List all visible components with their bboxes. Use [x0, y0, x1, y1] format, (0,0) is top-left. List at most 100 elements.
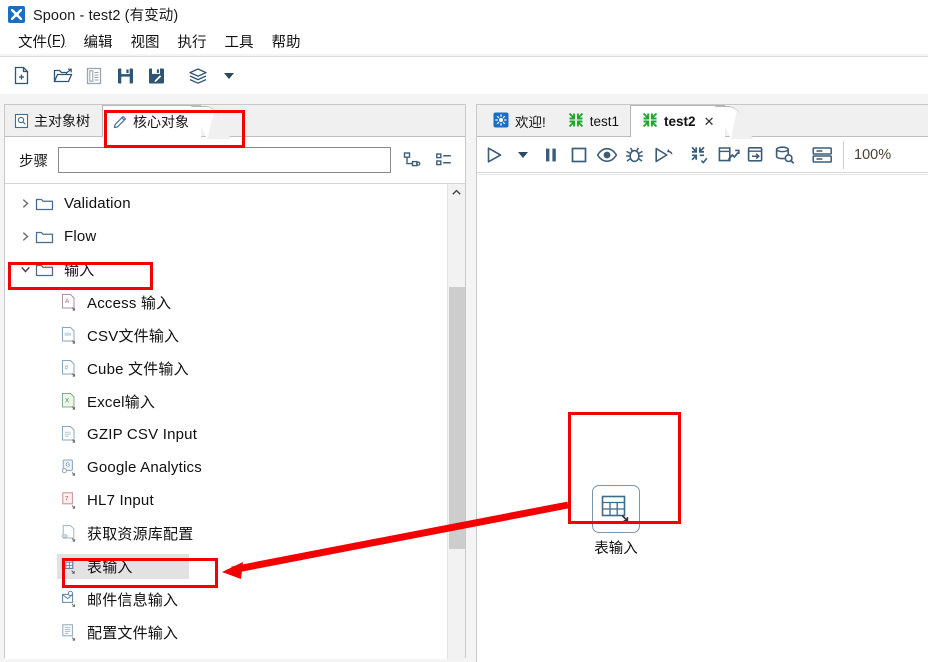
impact-analysis-icon[interactable] [715, 141, 742, 169]
show-grid-icon[interactable] [809, 141, 836, 169]
menu-bar: 文件 (F) 编辑 视图 执行 工具 帮助 [0, 28, 928, 54]
pause-icon[interactable] [537, 141, 564, 169]
menu-edit[interactable]: 编辑 [75, 30, 122, 52]
svg-text:7: 7 [65, 496, 69, 503]
run-options-chevron-icon[interactable] [509, 141, 536, 169]
tree-item-table-input[interactable]: 表输入 [5, 550, 447, 583]
editor-tabs: 欢迎! test1 test2 ✕ [477, 105, 928, 137]
svg-text:G: G [66, 463, 70, 469]
canvas-node-table-input[interactable]: 表输入 [570, 485, 662, 558]
explorer-icon[interactable] [80, 62, 108, 90]
expand-tree-icon[interactable] [401, 149, 423, 171]
zoom-level[interactable]: 100% [843, 140, 897, 169]
menu-tools-label: 工具 [224, 34, 254, 51]
tab-test2[interactable]: test2 ✕ [630, 105, 726, 137]
folder-icon [35, 262, 55, 278]
tree-item-hl7-input[interactable]: 7 HL7 Input [5, 484, 447, 517]
generate-sql-icon[interactable] [743, 141, 770, 169]
vertical-scrollbar[interactable] [447, 184, 465, 659]
save-as-icon[interactable] [142, 62, 170, 90]
menu-view[interactable]: 视图 [122, 30, 169, 52]
transformation-canvas[interactable]: 表输入 [478, 174, 928, 662]
tree-item-input-folder[interactable]: 输入 [5, 253, 447, 286]
tree-item-csv-input[interactable]: CSV文件输入 [5, 319, 447, 352]
table-input-icon [592, 485, 640, 533]
menu-edit-label: 编辑 [83, 34, 113, 51]
title-bar: Spoon - test2 (有变动) [0, 0, 928, 28]
tree-item-google-analytics[interactable]: G Google Analytics [5, 451, 447, 484]
gzip-csv-input-icon [60, 425, 79, 444]
step-search-row: 步骤 [5, 137, 465, 184]
access-input-icon: A [60, 293, 79, 312]
tree-item-mail-input-label: 邮件信息输入 [87, 592, 179, 609]
tab-main-object-tree[interactable]: 主对象树 [5, 105, 102, 136]
svg-text:A: A [65, 298, 70, 305]
collapse-list-icon[interactable] [433, 149, 455, 171]
spoon-app-icon [8, 5, 25, 23]
close-icon[interactable]: ✕ [704, 114, 715, 130]
tab-main-object-tree-label: 主对象树 [34, 112, 90, 129]
save-icon[interactable] [111, 62, 139, 90]
canvas-node-label: 表输入 [594, 541, 638, 557]
folder-icon [35, 229, 55, 245]
spoon-welcome-icon [493, 112, 509, 131]
tab-test2-label: test2 [664, 114, 696, 129]
run-icon[interactable] [481, 141, 508, 169]
mail-input-icon [60, 590, 79, 609]
tree-item-properties-input[interactable]: 配置文件输入 [5, 616, 447, 649]
scrollbar-thumb[interactable] [449, 287, 465, 549]
tree-item-excel-input[interactable]: X Excel输入 [5, 385, 447, 418]
tab-core-objects[interactable]: 核心对象 [102, 105, 201, 137]
tab-welcome[interactable]: 欢迎! [482, 106, 557, 136]
menu-view-label: 视图 [130, 34, 160, 51]
tree-item-repository-config[interactable]: 获取资源库配置 [5, 517, 447, 550]
menu-tools[interactable]: 工具 [216, 30, 263, 52]
chevron-down-icon[interactable] [215, 62, 243, 90]
tree-item-flow[interactable]: Flow [5, 220, 447, 253]
database-explore-icon[interactable] [771, 141, 798, 169]
menu-help[interactable]: 帮助 [263, 30, 310, 52]
replay-icon[interactable] [649, 141, 676, 169]
menu-file-label: 文件 [18, 34, 47, 51]
transformation-toolbar: 100% [477, 137, 928, 173]
google-analytics-icon: G [60, 458, 79, 477]
tree-item-properties-input-label: 配置文件输入 [87, 625, 179, 642]
transformation-icon [642, 112, 658, 131]
tree-item-repository-config-label: 获取资源库配置 [87, 526, 194, 543]
hl7-input-icon: 7 [60, 491, 79, 510]
scroll-up-arrow-icon[interactable] [448, 184, 465, 201]
open-folder-icon[interactable] [49, 62, 77, 90]
step-search-label: 步骤 [19, 153, 48, 170]
tree-item-google-analytics-label: Google Analytics [87, 459, 202, 476]
tab-test1[interactable]: test1 [557, 106, 630, 136]
tree-item-access-input[interactable]: A Access 输入 [5, 286, 447, 319]
layers-icon[interactable] [184, 62, 212, 90]
table-input-icon [60, 557, 79, 576]
step-search-input[interactable] [58, 147, 391, 173]
tree-item-cube-input[interactable]: # Cube 文件输入 [5, 352, 447, 385]
chevron-down-icon[interactable] [15, 264, 35, 275]
tree-item-validation[interactable]: Validation [5, 187, 447, 220]
debug-icon[interactable] [621, 141, 648, 169]
core-objects-tree-container: Validation Flow 输入 A Access 输入 CSV文件输入 #… [5, 184, 465, 659]
stop-icon[interactable] [565, 141, 592, 169]
tree-item-gzip-csv-input[interactable]: GZIP CSV Input [5, 418, 447, 451]
menu-file[interactable]: 文件 (F) [9, 30, 75, 52]
core-objects-tree: Validation Flow 输入 A Access 输入 CSV文件输入 #… [5, 184, 447, 659]
properties-input-icon [60, 623, 79, 642]
tab-welcome-label: 欢迎! [515, 115, 546, 130]
verify-transformation-icon[interactable] [687, 141, 714, 169]
new-file-icon[interactable] [7, 62, 35, 90]
svg-text:X: X [65, 397, 69, 404]
repository-config-icon [60, 524, 79, 543]
tab-core-objects-label: 核心对象 [133, 113, 189, 130]
tree-item-gzip-csv-input-label: GZIP CSV Input [87, 426, 198, 443]
chevron-right-icon[interactable] [15, 198, 35, 209]
menu-run[interactable]: 执行 [169, 30, 216, 52]
preview-icon[interactable] [593, 141, 620, 169]
tree-item-hl7-input-label: HL7 Input [87, 492, 154, 509]
chevron-right-icon[interactable] [15, 231, 35, 242]
folder-icon [35, 196, 55, 212]
tree-item-mail-input[interactable]: 邮件信息输入 [5, 583, 447, 616]
tree-item-table-input-label: 表输入 [87, 559, 133, 576]
